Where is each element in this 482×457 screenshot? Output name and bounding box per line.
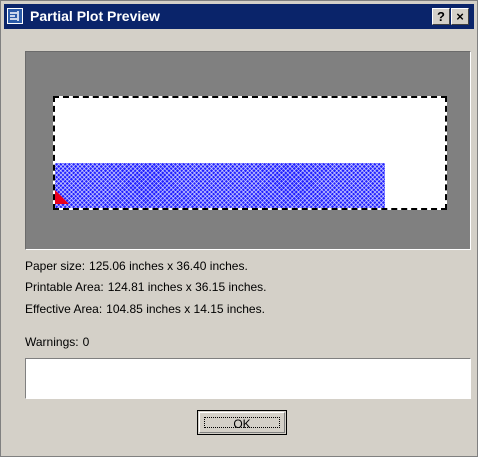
window-title: Partial Plot Preview [30,8,160,24]
warnings-list[interactable] [25,358,471,399]
paper-size-label: Paper size: [25,259,86,273]
title-bar: Partial Plot Preview ? × [4,4,474,29]
partial-plot-preview-dialog: Partial Plot Preview ? × Paper size: 125.… [0,0,478,457]
paper-size-value: 125.06 inches x 36.40 inches. [89,259,248,273]
printable-area-line: Printable Area: 124.81 inches x 36.15 inc… [25,280,267,294]
help-button[interactable]: ? [432,8,450,25]
effective-area-line: Effective Area: 104.85 inches x 14.15 inc… [25,302,265,316]
effective-area-label: Effective Area: [25,302,103,316]
ok-button[interactable]: OK [197,410,287,435]
effective-area-region [55,163,385,208]
warnings-count: 0 [82,335,90,349]
paper-sheet [53,96,447,210]
printable-area-value: 124.81 inches x 36.15 inches. [107,280,267,294]
plot-origin-marker-icon [55,190,69,204]
effective-area-value: 104.85 inches x 14.15 inches. [106,302,265,316]
paper-size-line: Paper size: 125.06 inches x 36.40 inches. [25,259,248,273]
warnings-label: Warnings: [25,335,79,349]
ok-button-label: OK [204,417,280,431]
warnings-line: Warnings: 0 [25,335,89,349]
dialog-app-icon [7,8,23,24]
plot-preview-area [25,51,471,250]
printable-area-label: Printable Area: [25,280,104,294]
close-button[interactable]: × [451,8,469,25]
